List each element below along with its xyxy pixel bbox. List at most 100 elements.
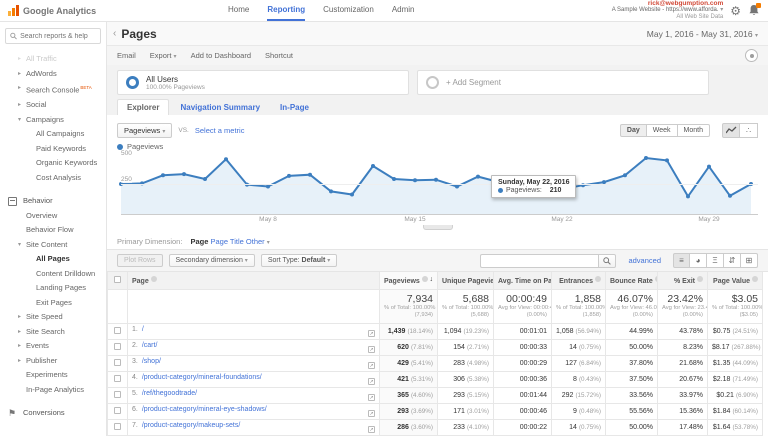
dimension-page[interactable]: Page bbox=[190, 237, 208, 246]
page-link[interactable]: /cart/ bbox=[142, 342, 158, 349]
page-link[interactable]: /ref/thegoodtrade/ bbox=[142, 390, 197, 397]
notifications-bell-icon[interactable] bbox=[748, 4, 760, 17]
sidebar-item-cost-analysis[interactable]: Cost Analysis bbox=[0, 171, 106, 186]
brand[interactable]: Google Analytics bbox=[8, 5, 158, 16]
search-icon[interactable] bbox=[598, 254, 616, 268]
gear-icon[interactable]: ⚙ bbox=[730, 5, 741, 17]
page-link[interactable]: / bbox=[142, 326, 144, 333]
chart-resize-handle[interactable] bbox=[423, 225, 453, 230]
sidebar-item-landing-pages[interactable]: Landing Pages bbox=[0, 281, 106, 296]
collapse-sidebar-icon[interactable]: ‹ bbox=[113, 28, 116, 39]
sidebar-item-all-campaigns[interactable]: All Campaigns bbox=[0, 127, 106, 142]
sidebar-item-site-content[interactable]: ▾Site Content bbox=[0, 238, 106, 253]
export-button[interactable]: Export ▾ bbox=[150, 51, 177, 60]
advanced-link[interactable]: advanced bbox=[628, 256, 661, 265]
external-link-icon[interactable]: ↗ bbox=[368, 410, 375, 417]
sidebar-item-exit-pages[interactable]: Exit Pages bbox=[0, 296, 106, 311]
help-icon[interactable] bbox=[752, 276, 758, 282]
plot-rows-button[interactable]: Plot Rows bbox=[117, 254, 163, 267]
sidebar-item-site-search[interactable]: ▸Site Search bbox=[0, 325, 106, 340]
sidebar-item-site-speed[interactable]: ▸Site Speed bbox=[0, 310, 106, 325]
page-link[interactable]: /product-category/mineral-foundations/ bbox=[142, 374, 262, 381]
account-switcher[interactable]: rick@webgumption.com A Sample Website - … bbox=[612, 0, 724, 21]
sidebar-item-overview[interactable]: Overview bbox=[0, 209, 106, 224]
secondary-dimension-button[interactable]: Secondary dimension ▾ bbox=[169, 254, 255, 267]
column-header-page[interactable]: Page bbox=[128, 272, 380, 290]
sidebar-item-all-traffic[interactable]: ▸All Traffic bbox=[0, 52, 106, 67]
sidebar-item-content-drilldown[interactable]: Content Drilldown bbox=[0, 267, 106, 282]
search-input[interactable] bbox=[20, 33, 96, 40]
page-link[interactable]: /product-category/mineral-eye-shadows/ bbox=[142, 406, 267, 413]
row-checkbox[interactable] bbox=[114, 423, 121, 430]
sidebar-search[interactable] bbox=[5, 28, 101, 44]
sidebar-item-behavior[interactable]: Behavior bbox=[0, 194, 106, 209]
pageviews-chart[interactable]: 500 250 Sunday, May 22, 2016 Pageviews: … bbox=[121, 153, 758, 215]
sidebar-item-all-pages[interactable]: All Pages bbox=[0, 252, 106, 267]
tab-explorer[interactable]: Explorer bbox=[117, 99, 169, 115]
column-header-unique-pageviews[interactable]: Unique Pageviews bbox=[438, 272, 494, 290]
page-link[interactable]: /product-category/makeup-sets/ bbox=[142, 422, 240, 429]
row-checkbox[interactable] bbox=[114, 343, 121, 350]
comparison-view-icon[interactable]: ⇵ bbox=[724, 253, 741, 268]
external-link-icon[interactable]: ↗ bbox=[368, 362, 375, 369]
row-checkbox[interactable] bbox=[114, 327, 121, 334]
segment-all-users[interactable]: All Users 100.00% Pageviews bbox=[117, 70, 409, 95]
granularity-month-button[interactable]: Month bbox=[678, 124, 710, 137]
select-metric-link[interactable]: Select a metric bbox=[195, 126, 245, 135]
column-header-page-value[interactable]: Page Value bbox=[708, 272, 763, 290]
line-chart-icon[interactable] bbox=[722, 123, 740, 138]
help-icon[interactable] bbox=[422, 276, 428, 282]
sidebar-item-social[interactable]: ▸Social bbox=[0, 98, 106, 113]
sidebar-item-search-console[interactable]: ▸Search ConsoleBETA bbox=[0, 81, 106, 98]
column-header-pageviews[interactable]: ↓Pageviews bbox=[380, 272, 438, 290]
sidebar-item-publisher[interactable]: ▸Publisher bbox=[0, 354, 106, 369]
sidebar-item-behavior-flow[interactable]: Behavior Flow bbox=[0, 223, 106, 238]
row-checkbox[interactable] bbox=[114, 359, 121, 366]
granularity-day-button[interactable]: Day bbox=[620, 124, 647, 137]
insights-icon[interactable] bbox=[745, 49, 758, 62]
external-link-icon[interactable]: ↗ bbox=[368, 426, 375, 433]
table-search-input[interactable] bbox=[480, 254, 598, 268]
sidebar-item-in-page-analytics[interactable]: In-Page Analytics bbox=[0, 383, 106, 398]
sidebar-item-experiments[interactable]: Experiments bbox=[0, 368, 106, 383]
row-checkbox[interactable] bbox=[114, 407, 121, 414]
sidebar-item-events[interactable]: ▸Events bbox=[0, 339, 106, 354]
column-header-avg-time-on-page[interactable]: Avg. Time on Page bbox=[494, 272, 552, 290]
external-link-icon[interactable]: ↗ bbox=[368, 394, 375, 401]
shortcut-button[interactable]: Shortcut bbox=[265, 51, 293, 60]
dimension-other[interactable]: Other ▾ bbox=[246, 237, 270, 246]
sidebar-item-paid-keywords[interactable]: Paid Keywords bbox=[0, 142, 106, 157]
date-range-picker[interactable]: May 1, 2016 - May 31, 2016 ▾ bbox=[647, 29, 758, 39]
metric-selector[interactable]: Pageviews ▾ bbox=[117, 123, 172, 138]
external-link-icon[interactable]: ↗ bbox=[368, 330, 375, 337]
sidebar-item-conversions[interactable]: ⚑Conversions bbox=[0, 406, 106, 421]
select-all-checkbox[interactable] bbox=[114, 276, 121, 283]
pivot-view-icon[interactable]: ⊞ bbox=[741, 253, 758, 268]
table-view-icon[interactable]: ≡ bbox=[673, 253, 690, 268]
help-icon[interactable] bbox=[151, 276, 157, 282]
dimension-page-title[interactable]: Page Title bbox=[210, 237, 243, 246]
help-icon[interactable] bbox=[595, 276, 601, 282]
nav-item-customization[interactable]: Customization bbox=[323, 0, 374, 21]
tab-navigation-summary[interactable]: Navigation Summary bbox=[171, 100, 269, 115]
add-to-dashboard-button[interactable]: Add to Dashboard bbox=[191, 51, 251, 60]
nav-item-reporting[interactable]: Reporting bbox=[267, 0, 305, 21]
percentage-view-icon[interactable]: ◕ bbox=[690, 253, 707, 268]
column-header-exit[interactable]: % Exit bbox=[658, 272, 708, 290]
sort-desc-icon[interactable]: ↓ bbox=[430, 276, 434, 283]
row-checkbox[interactable] bbox=[114, 391, 121, 398]
sidebar-item-campaigns[interactable]: ▾Campaigns bbox=[0, 113, 106, 128]
sidebar-item-adwords[interactable]: ▸AdWords bbox=[0, 67, 106, 82]
external-link-icon[interactable]: ↗ bbox=[368, 378, 375, 385]
motion-chart-icon[interactable]: ∴ bbox=[740, 123, 758, 138]
nav-item-admin[interactable]: Admin bbox=[392, 0, 415, 21]
page-link[interactable]: /shop/ bbox=[142, 358, 161, 365]
row-checkbox[interactable] bbox=[114, 375, 121, 382]
external-link-icon[interactable]: ↗ bbox=[368, 346, 375, 353]
add-segment-button[interactable]: + Add Segment bbox=[417, 70, 709, 95]
performance-view-icon[interactable]: Ξ bbox=[707, 253, 724, 268]
granularity-week-button[interactable]: Week bbox=[647, 124, 678, 137]
column-header-bounce-rate[interactable]: Bounce Rate bbox=[606, 272, 658, 290]
sidebar-item-organic-keywords[interactable]: Organic Keywords bbox=[0, 156, 106, 171]
help-icon[interactable] bbox=[697, 276, 703, 282]
